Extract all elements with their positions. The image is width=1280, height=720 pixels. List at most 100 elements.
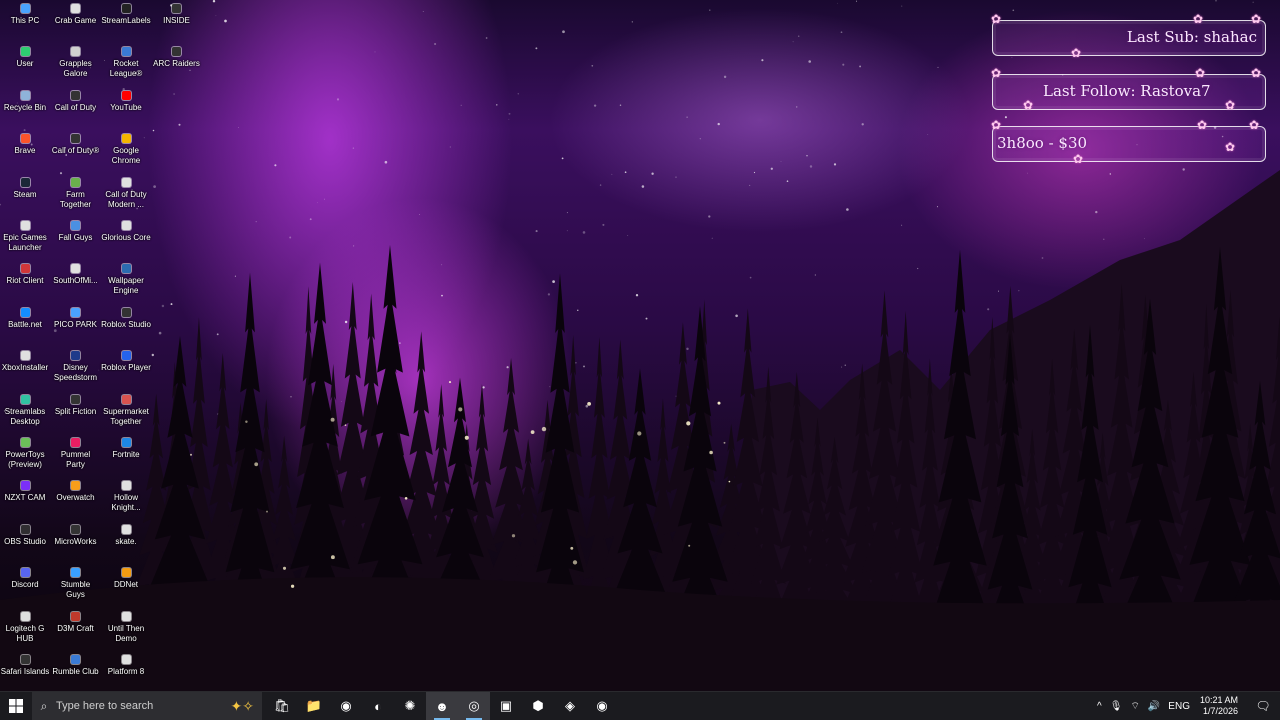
desktop-icon-label: Battle.net: [8, 319, 42, 329]
desktop-icon-label: Google Chrome: [111, 146, 141, 166]
app-cube-icon[interactable]: ⬢: [522, 692, 554, 720]
desktop-icon-label: NZXT CAM: [4, 493, 46, 503]
desktop-icon-google-chrome[interactable]: Google Chrome: [101, 130, 151, 166]
desktop-icon-farm-together[interactable]: Farm Together: [51, 174, 101, 210]
chrome-icon[interactable]: ◉: [330, 692, 362, 720]
desktop-icon-discord[interactable]: Discord: [0, 564, 50, 590]
desktop-icon-streamlabs-desktop[interactable]: Streamlabs Desktop: [0, 391, 50, 427]
desktop-icon-overwatch[interactable]: Overwatch: [51, 477, 101, 503]
desktop-icon-label: Call of Duty Modern ...: [105, 189, 147, 209]
desktop-icon-label: Recycle Bin: [3, 102, 47, 112]
app-icon: [71, 90, 80, 100]
desktop-icon-recycle-bin[interactable]: Recycle Bin: [0, 87, 50, 113]
clock[interactable]: 10:21 AM 1/7/2026: [1194, 695, 1246, 717]
desktop-icon-stumble-guys[interactable]: Stumble Guys: [51, 564, 101, 600]
desktop-icon-southofmi[interactable]: SouthOfMi...: [51, 260, 101, 286]
minecraft-icon[interactable]: ▣: [490, 692, 522, 720]
app-icon: [71, 438, 80, 447]
desktop-icon-this-pc[interactable]: This PC: [0, 0, 50, 26]
desktop-icon-ddnet[interactable]: DDNet: [101, 564, 151, 590]
network-icon[interactable]: ⌔: [1126, 700, 1143, 713]
desktop-icon-streamlabels[interactable]: StreamLabels: [101, 0, 151, 26]
flower-icon: ✿: [991, 12, 1002, 26]
app-icon: [71, 47, 80, 57]
language-indicator[interactable]: ENG: [1164, 701, 1194, 712]
nvidia-icon[interactable]: ◈: [554, 692, 586, 720]
desktop-icon-riot-client[interactable]: Riot Client: [0, 260, 50, 286]
desktop-icon-rocket-league[interactable]: Rocket League®: [101, 43, 151, 79]
desktop-icon-d3m-craft[interactable]: D3M Craft: [51, 608, 101, 634]
desktop-icon-epic-games-launcher[interactable]: Epic Games Launcher: [0, 217, 50, 253]
desktop-icon-label: Wallpaper Engine: [108, 276, 144, 296]
file-explorer-icon[interactable]: 📁: [298, 692, 330, 720]
desktop-icon-grapples-galore[interactable]: Grapples Galore: [51, 43, 101, 79]
edge-icon[interactable]: ◐: [362, 692, 394, 720]
microsoft-store-icon[interactable]: 🛍: [266, 692, 298, 720]
desktop-icon-arc-raiders[interactable]: ARC Raiders: [152, 43, 202, 69]
app-icon: [20, 47, 30, 57]
desktop-icon-label: StreamLabels: [101, 16, 151, 25]
desktop-icon-call-of-duty[interactable]: Call of Duty: [51, 87, 101, 113]
app-icon: [121, 177, 131, 187]
desktop-icon-rumble-club[interactable]: Rumble Club: [51, 651, 101, 677]
desktop-icon-user[interactable]: User: [0, 43, 50, 69]
desktop-icon-hollow-knight[interactable]: Hollow Knight...: [101, 477, 151, 513]
desktop-icon-label: Discord: [11, 580, 39, 590]
app-icon: [121, 568, 131, 578]
desktop-icon-obs-studio[interactable]: OBS Studio: [0, 521, 50, 547]
desktop-icon-youtube[interactable]: YouTube: [101, 87, 151, 113]
last-follow-widget: ✿ ✿ ✿ ✿ ✿ Last Follow: Rastova7: [991, 67, 1266, 112]
desktop-icon-call-of-duty[interactable]: Call of Duty®: [51, 130, 101, 156]
desktop-icon-nzxt-cam[interactable]: NZXT CAM: [0, 477, 50, 503]
discord-icon[interactable]: ☻: [426, 692, 458, 720]
desktop-icon-label: Roblox Player: [101, 363, 151, 373]
desktop-icon-roblox-studio[interactable]: Roblox Studio: [101, 304, 151, 330]
desktop-icon-skate[interactable]: skate.: [101, 521, 151, 547]
desktop-icon-pummel-party[interactable]: Pummel Party: [51, 434, 101, 470]
steelseries-icon[interactable]: ✺: [394, 692, 426, 720]
desktop-icon-safari-islands[interactable]: Safari Islands: [0, 651, 50, 677]
app-icon: [121, 611, 131, 621]
desktop-icon-label: Grapples Galore: [59, 59, 92, 79]
last-follow-text: Last Follow: Rastova7: [1043, 82, 1211, 100]
desktop-icon-crab-game[interactable]: Crab Game: [51, 0, 101, 26]
desktop-icon-xboxinstaller[interactable]: XboxInstaller: [0, 347, 50, 373]
app-icon: [121, 481, 131, 491]
search-box[interactable]: ⌕ Type here to search ✦✧: [32, 692, 262, 720]
desktop-icon-disney-speedstorm[interactable]: Disney Speedstorm: [51, 347, 101, 383]
desktop-icon-supermarket-together[interactable]: Supermarket Together: [101, 391, 151, 427]
desktop-icon-pico-park[interactable]: PICO PARK: [51, 304, 101, 330]
desktop-icon-fall-guys[interactable]: Fall Guys: [51, 217, 101, 243]
desktop-icon-platform-8[interactable]: Platform 8: [101, 651, 151, 677]
desktop-icon-logitech-g-hub[interactable]: Logitech G HUB: [0, 608, 50, 644]
obs-icon[interactable]: ◎: [458, 692, 490, 720]
desktop-icon-microworks[interactable]: MicroWorks: [51, 521, 101, 547]
desktop-icon-roblox-player[interactable]: Roblox Player: [101, 347, 151, 373]
flower-icon: ✿: [1225, 98, 1236, 112]
volume-icon[interactable]: 🔊: [1144, 701, 1164, 712]
desktop-icon-until-then-demo[interactable]: Until Then Demo: [101, 608, 151, 644]
app-icon: [172, 47, 181, 57]
app-icon: [71, 177, 80, 187]
desktop-icon-split-fiction[interactable]: Split Fiction: [51, 391, 101, 417]
app-icon: [71, 307, 80, 317]
flower-icon: ✿: [991, 118, 1002, 132]
desktop-icon-battle-net[interactable]: Battle.net: [0, 304, 50, 330]
desktop-icon-inside[interactable]: INSIDE: [152, 0, 202, 26]
desktop-icon-fortnite[interactable]: Fortnite: [101, 434, 151, 460]
desktop-icon-label: PowerToys (Preview): [5, 450, 45, 469]
app-icon: [121, 438, 131, 447]
tray-overflow-icon[interactable]: ^: [1093, 701, 1106, 712]
desktop-icon-glorious-core[interactable]: Glorious Core: [101, 217, 151, 243]
desktop-icon-wallpaper-engine[interactable]: Wallpaper Engine: [101, 260, 151, 296]
desktop-icon-steam[interactable]: Steam: [0, 174, 50, 200]
desktop-icon-powertoys-preview[interactable]: PowerToys (Preview): [0, 434, 50, 470]
desktop-icon-brave[interactable]: Brave: [0, 130, 50, 156]
desktop-icon-label: Logitech G HUB: [5, 623, 45, 643]
microphone-icon[interactable]: 🎙: [1106, 701, 1127, 712]
start-button[interactable]: [0, 692, 32, 720]
last-sub-text: Last Sub: shahac: [1126, 28, 1257, 46]
chrome-alt-icon[interactable]: ◉: [586, 692, 618, 720]
desktop-icon-call-of-duty-modern[interactable]: Call of Duty Modern ...: [101, 174, 151, 210]
notification-icon[interactable]: 🗨: [1246, 699, 1280, 713]
